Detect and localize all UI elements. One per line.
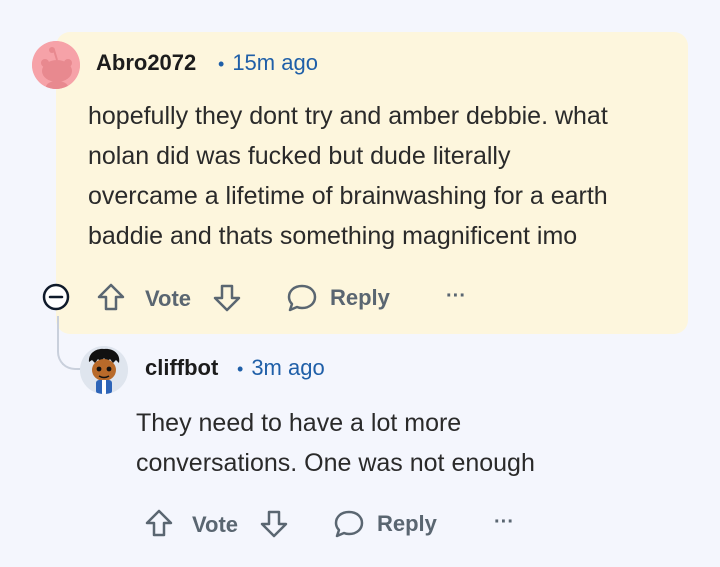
upvote-icon	[97, 283, 125, 311]
reply-label: Reply	[330, 285, 390, 310]
downvote-button[interactable]	[259, 509, 289, 539]
snoo-avatar-icon	[32, 41, 80, 89]
upvote-button[interactable]	[96, 282, 126, 312]
avatar[interactable]	[80, 346, 128, 394]
collapse-icon	[42, 283, 70, 311]
separator-dot: •	[218, 54, 225, 74]
comment-body-line: baddie and thats something magnificent i…	[88, 222, 578, 250]
comment-username[interactable]: Abro2072	[96, 50, 196, 76]
downvote-icon	[260, 510, 288, 538]
comment-body-line: hopefully they dont try and amber debbie…	[88, 102, 608, 130]
thread-line	[57, 316, 83, 370]
vote-label: Vote	[192, 512, 239, 537]
comment-body-line: overcame a lifetime of brainwashing for …	[88, 182, 608, 210]
comment-username[interactable]: cliffbot	[145, 355, 218, 381]
downvote-icon	[213, 284, 241, 312]
reply-label: Reply	[377, 511, 437, 536]
comment-body-line: nolan did was fucked but dude literally	[88, 142, 511, 170]
vote-label: Vote	[145, 286, 192, 311]
comment-timestamp[interactable]: • 3m ago	[237, 355, 325, 381]
reply-bubble-icon	[287, 284, 317, 312]
comment-body-line: They need to have a lot more	[136, 409, 462, 437]
comment-body-line: conversations. One was not enough	[136, 449, 535, 477]
comment-body: They need to have a lot more conversatio…	[136, 403, 535, 483]
upvote-icon	[145, 509, 173, 537]
timestamp-text: 15m ago	[232, 50, 318, 75]
upvote-button[interactable]	[144, 508, 174, 538]
more-options-button[interactable]: ···	[494, 511, 514, 534]
more-options-icon: ···	[494, 511, 514, 533]
reply-bubble-icon	[334, 510, 364, 538]
separator-dot: •	[237, 359, 244, 379]
timestamp-text: 3m ago	[251, 355, 325, 380]
snoo-avatar-icon	[80, 346, 128, 394]
more-options-button[interactable]: ···	[446, 285, 466, 308]
collapse-button[interactable]	[42, 283, 70, 311]
reply-button[interactable]: Reply	[286, 283, 390, 313]
downvote-button[interactable]	[212, 283, 242, 313]
avatar[interactable]	[32, 41, 80, 89]
comment-timestamp[interactable]: • 15m ago	[218, 50, 318, 76]
reply-button[interactable]: Reply	[333, 509, 437, 539]
comment-body: hopefully they dont try and amber debbie…	[88, 96, 608, 256]
more-options-icon: ···	[446, 285, 466, 307]
